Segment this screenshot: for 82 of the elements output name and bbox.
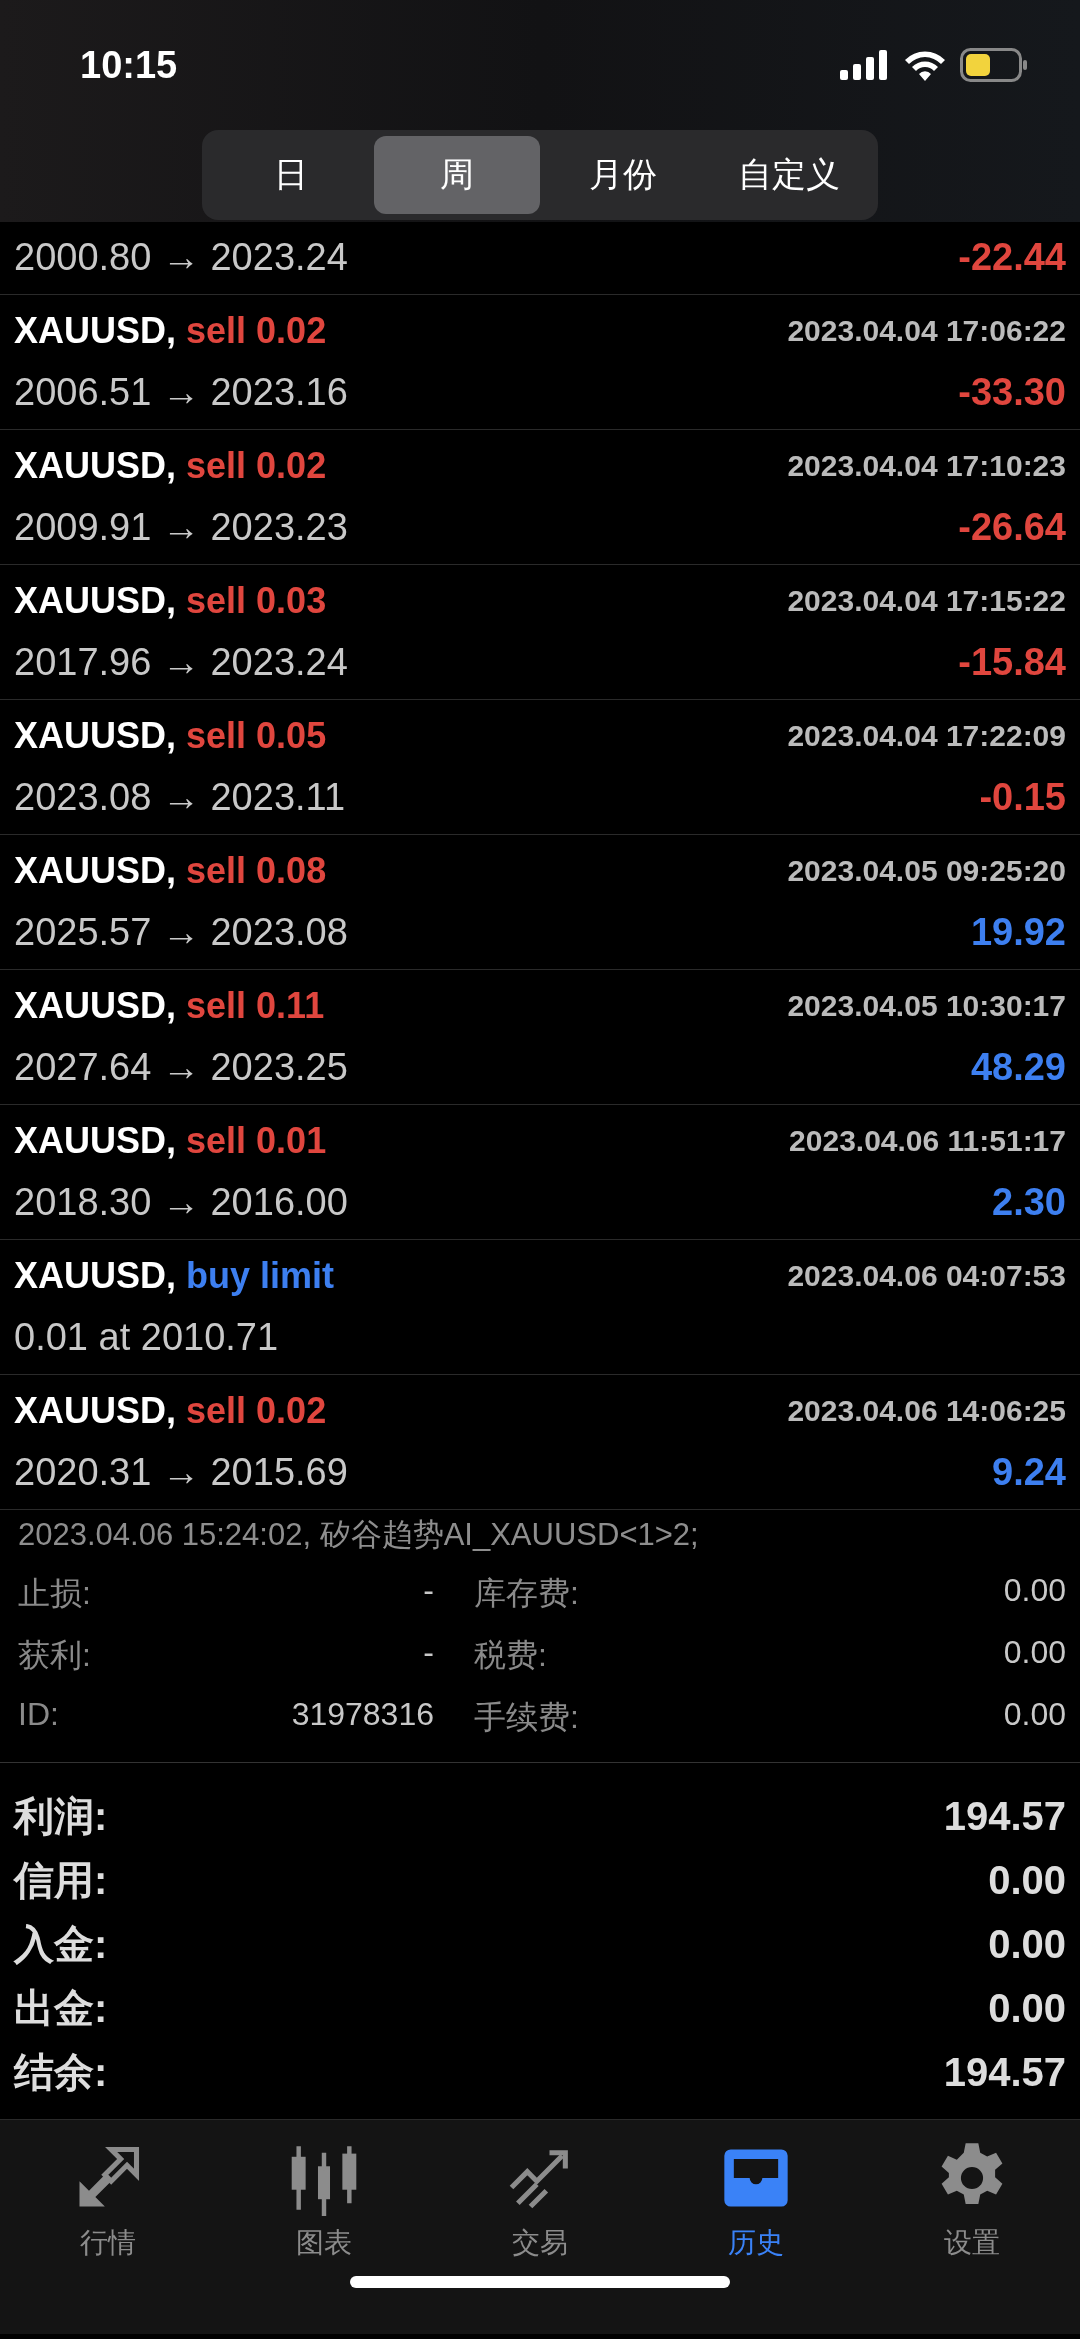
- detail-value: 0.00: [1003, 1633, 1066, 1672]
- detail-value: 0.00: [1003, 1571, 1066, 1610]
- trade-time: 2023.04.04 17:06:22: [787, 313, 1066, 348]
- price-range: 2006.51 → 2023.16: [14, 371, 348, 415]
- trade-title: XAUUSD, buy limit: [14, 1254, 335, 1297]
- price-range: 2023.08 → 2023.11: [14, 776, 345, 820]
- signal-icon: [840, 50, 890, 80]
- price-range: 2027.64 → 2023.25: [14, 1046, 348, 1090]
- profit-value: -22.44: [958, 236, 1066, 280]
- summary-value: 0.00: [988, 1858, 1066, 1904]
- trade-comment: 2023.04.06 15:24:02, 矽谷趋势AI_XAUUSD<1>2;: [18, 1515, 700, 1554]
- trade-title: XAUUSD, sell 0.02: [14, 1389, 327, 1432]
- price-range: 2020.31 → 2015.69: [14, 1451, 348, 1495]
- detail-label: ID:: [18, 1695, 59, 1734]
- summary-label: 出金:: [14, 1985, 108, 2033]
- profit-value: -0.15: [979, 776, 1066, 820]
- trade-title: XAUUSD, sell 0.01: [14, 1119, 327, 1162]
- trade-time: 2023.04.05 09:25:20: [787, 853, 1066, 888]
- profit-value: 9.24: [992, 1451, 1066, 1495]
- price-range: 2009.91 → 2023.23: [14, 506, 348, 550]
- price-range: 2025.57 → 2023.08: [14, 911, 348, 955]
- profit-value: 19.92: [970, 911, 1066, 955]
- detail-label: 税费:: [474, 1635, 547, 1675]
- price-range: 2000.80 → 2023.24: [14, 236, 348, 280]
- period-tab[interactable]: 月份: [540, 136, 706, 214]
- trade-time: 2023.04.04 17:10:23: [787, 448, 1066, 483]
- profit-value: -33.30: [958, 371, 1066, 415]
- trade-time: 2023.04.04 17:22:09: [787, 718, 1066, 753]
- profit-value: -26.64: [958, 506, 1066, 550]
- trade-row[interactable]: XAUUSD, sell 0.03 2023.04.04 17:15:22 2017.96 → 2023.24 -15.84: [0, 564, 1080, 700]
- period-tab[interactable]: 周: [374, 136, 540, 214]
- trade-time: 2023.04.06 14:06:25: [787, 1393, 1066, 1428]
- summary-label: 结余:: [14, 2049, 108, 2097]
- detail-label: 手续费:: [474, 1697, 579, 1737]
- profit-value: -15.84: [958, 641, 1066, 685]
- trade-title: XAUUSD, sell 0.05: [14, 714, 327, 757]
- price-range: 2017.96 → 2023.24: [14, 641, 348, 685]
- status-time: 10:15: [80, 43, 178, 87]
- trade-row[interactable]: XAUUSD, sell 0.08 2023.04.05 09:25:20 2025.57 → 2023.08 19.92: [0, 834, 1080, 970]
- detail-value: -: [423, 1633, 434, 1672]
- detail-value: 31978316: [291, 1695, 434, 1734]
- summary-value: 194.57: [943, 1794, 1066, 1840]
- nav-tab[interactable]: 历史: [648, 2139, 864, 2334]
- price-range: 2018.30 → 2016.00: [14, 1181, 348, 1225]
- trade-time: 2023.04.06 04:07:53: [787, 1258, 1066, 1293]
- detail-label: 获利:: [18, 1635, 91, 1675]
- trade-row[interactable]: XAUUSD, sell 0.02 2023.04.04 17:06:22 2006.51 → 2023.16 -33.30: [0, 294, 1080, 430]
- trade-title: XAUUSD, sell 0.02: [14, 309, 327, 352]
- detail-label: 库存费:: [474, 1573, 579, 1613]
- trade-title: XAUUSD, sell 0.08: [14, 849, 327, 892]
- trade-title: XAUUSD, sell 0.11: [14, 984, 325, 1027]
- nav-tab[interactable]: 交易: [432, 2139, 648, 2334]
- trade-time: 2023.04.05 10:30:17: [787, 988, 1066, 1023]
- trade-title: XAUUSD, sell 0.02: [14, 444, 327, 487]
- profit-value: 2.30: [992, 1181, 1066, 1225]
- detail-label: 止损:: [18, 1573, 91, 1613]
- summary-value: 0.00: [988, 1986, 1066, 2032]
- trade-row[interactable]: XAUUSD, sell 0.11 2023.04.05 10:30:17 2027.64 → 2023.25 48.29: [0, 969, 1080, 1105]
- summary-label: 信用:: [14, 1857, 108, 1905]
- period-tab[interactable]: 自定义: [706, 136, 872, 214]
- summary-label: 入金:: [14, 1921, 108, 1969]
- trade-time: 2023.04.06 11:51:17: [789, 1123, 1066, 1158]
- trade-row[interactable]: XAUUSD, sell 0.01 2023.04.06 11:51:17 2018.30 → 2016.00 2.30: [0, 1104, 1080, 1240]
- wifi-icon: [904, 49, 946, 81]
- period-tab[interactable]: 日: [208, 136, 374, 214]
- battery-icon: [960, 48, 1028, 82]
- trade-title: XAUUSD, sell 0.03: [14, 579, 327, 622]
- profit-value: 48.29: [970, 1046, 1066, 1090]
- nav-tab[interactable]: 行情: [0, 2139, 216, 2334]
- summary-label: 利润:: [14, 1793, 108, 1841]
- trade-row[interactable]: XAUUSD, buy limit 2023.04.06 04:07:53 0.01 at 2010.71: [0, 1239, 1080, 1375]
- nav-tab[interactable]: 图表: [216, 2139, 432, 2334]
- trade-time: 2023.04.04 17:15:22: [787, 583, 1066, 618]
- summary-value: 0.00: [988, 1922, 1066, 1968]
- trade-row[interactable]: XAUUSD, sell 0.02 2023.04.04 17:10:23 2009.91 → 2023.23 -26.64: [0, 429, 1080, 565]
- trade-row[interactable]: XAUUSD, sell 0.05 2023.04.04 17:22:09 2023.08 → 2023.11 -0.15: [0, 699, 1080, 835]
- nav-tab[interactable]: 设置: [864, 2139, 1080, 2334]
- order-volume-price: 0.01 at 2010.71: [14, 1316, 279, 1360]
- detail-value: -: [423, 1571, 434, 1610]
- trade-row[interactable]: XAUUSD, sell 0.02 2023.04.06 14:06:25 2020.31 → 2015.69 9.24: [0, 1374, 1080, 1510]
- summary-value: 194.57: [943, 2050, 1066, 2096]
- detail-value: 0.00: [1003, 1695, 1066, 1734]
